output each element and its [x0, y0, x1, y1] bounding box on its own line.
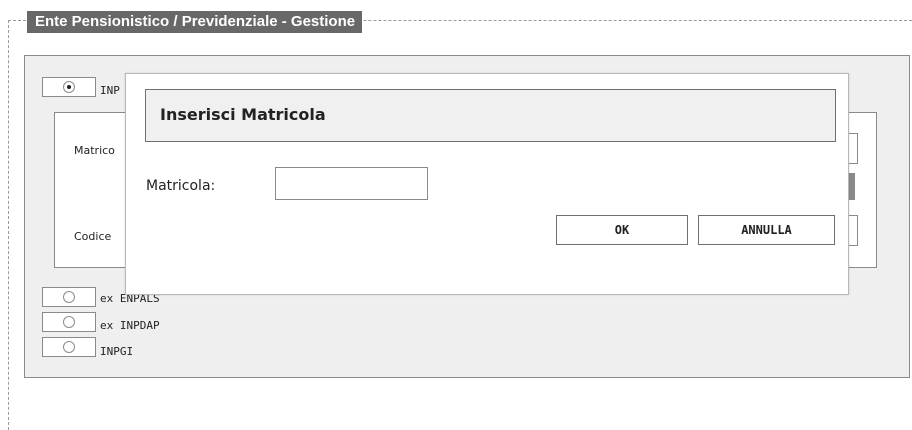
- matricola-input[interactable]: [275, 167, 428, 200]
- inserisci-matricola-dialog: Inserisci Matricola Matricola: OK ANNULL…: [125, 73, 849, 295]
- radio-ex-enpals-indicator[interactable]: [63, 291, 75, 303]
- lookup-button-bg[interactable]: [849, 173, 855, 200]
- radio-inpgi-label: INPGI: [100, 345, 134, 358]
- radio-inpgi-indicator[interactable]: [63, 341, 75, 353]
- section-legend: Ente Pensionistico / Previdenziale - Ges…: [27, 11, 363, 33]
- radio-inp-label: INP: [100, 84, 120, 97]
- matricola-label: Matricola:: [146, 178, 216, 194]
- radio-inpgi[interactable]: [42, 337, 96, 357]
- dialog-title: Inserisci Matricola: [160, 105, 326, 124]
- matricola-label-bg: Matrico: [74, 144, 115, 157]
- radio-ex-enpals[interactable]: [42, 287, 96, 307]
- annulla-button[interactable]: ANNULLA: [698, 215, 835, 245]
- radio-inp-indicator[interactable]: [63, 81, 75, 93]
- radio-ex-inpdap[interactable]: [42, 312, 96, 332]
- radio-inp[interactable]: [42, 77, 96, 97]
- codice-label-bg: Codice: [74, 230, 112, 243]
- ok-button[interactable]: OK: [556, 215, 688, 245]
- radio-ex-inpdap-label: ex INPDAP: [100, 319, 160, 332]
- radio-ex-inpdap-indicator[interactable]: [63, 316, 75, 328]
- dialog-header: Inserisci Matricola: [145, 89, 836, 142]
